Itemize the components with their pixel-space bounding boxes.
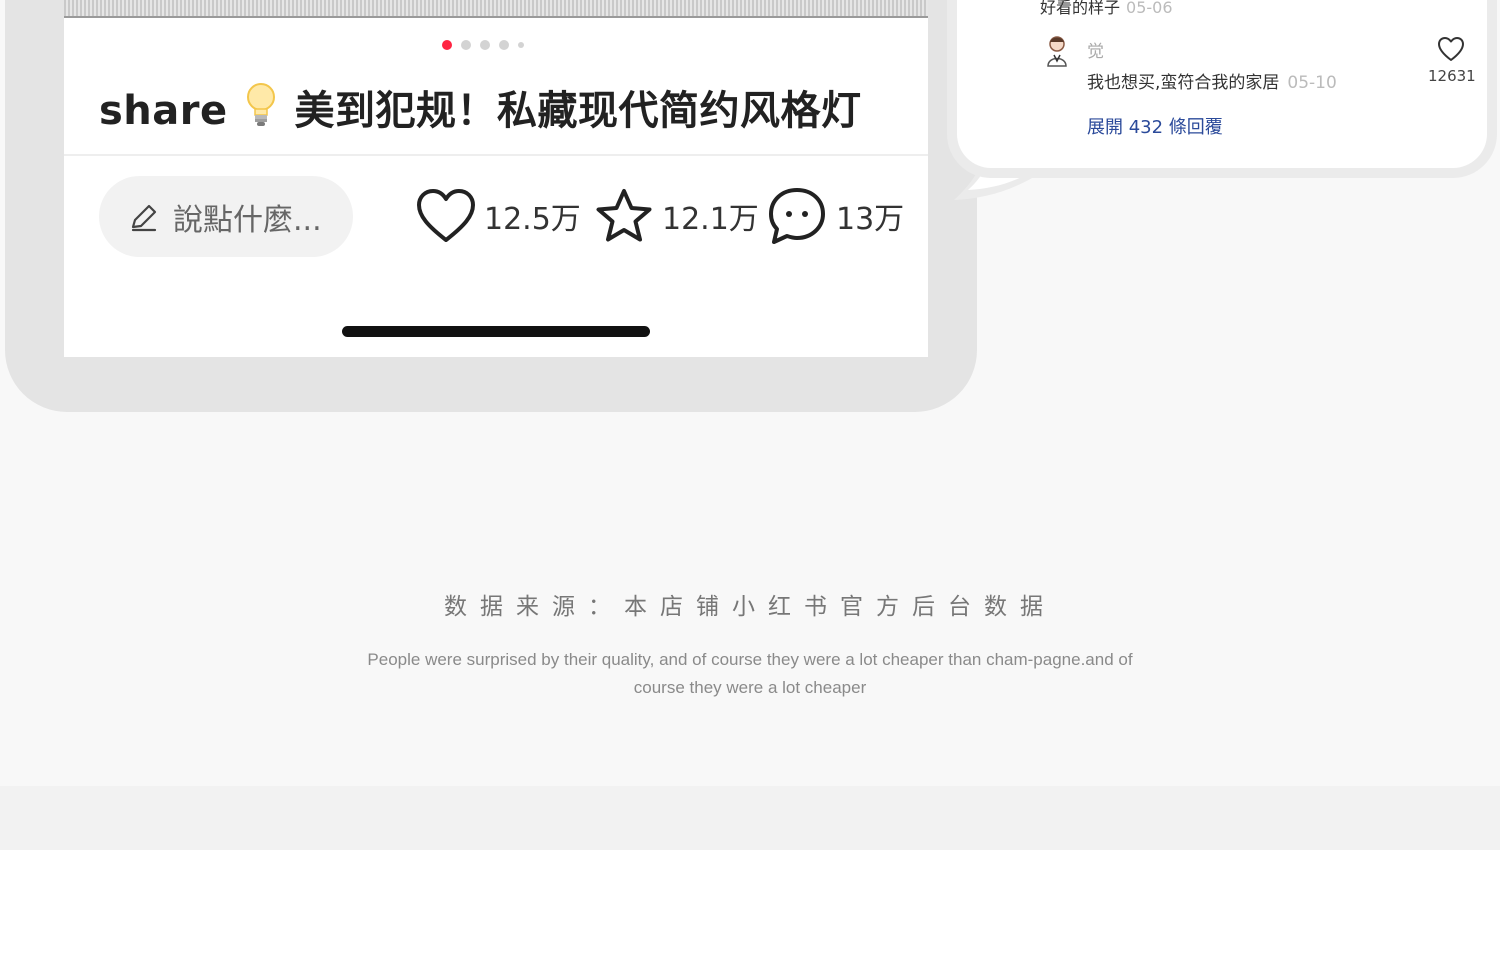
- reply-username[interactable]: 觉: [1087, 37, 1104, 62]
- previous-reply-text: 好看的样子: [1040, 0, 1121, 17]
- comments-panel-wrap: 好看的样子 05-06 觉 我也想买,蛮符合我的家居 05-10 展開 432 條回…: [0, 0, 1500, 230]
- reply-like-count: 12631: [1428, 67, 1476, 85]
- data-source-text: 数据来源：本店铺小红书官方后台数据: [444, 594, 1056, 620]
- reply-text: 我也想买,蛮符合我的家居 05-10: [1087, 68, 1337, 93]
- previous-reply: 好看的样子 05-06: [1040, 0, 1173, 18]
- previous-reply-date: 05-06: [1126, 0, 1173, 17]
- heart-icon[interactable]: [1437, 36, 1465, 62]
- expand-replies-link[interactable]: 展開 432 條回覆: [1087, 113, 1223, 139]
- reply-date: 05-10: [1287, 73, 1337, 93]
- reply-content: 我也想买,蛮符合我的家居: [1087, 73, 1280, 93]
- home-indicator: [342, 326, 650, 337]
- english-caption: People were surprised by their quality, …: [367, 650, 1133, 697]
- avatar-icon[interactable]: [1040, 34, 1074, 68]
- bottom-band: [0, 786, 1500, 850]
